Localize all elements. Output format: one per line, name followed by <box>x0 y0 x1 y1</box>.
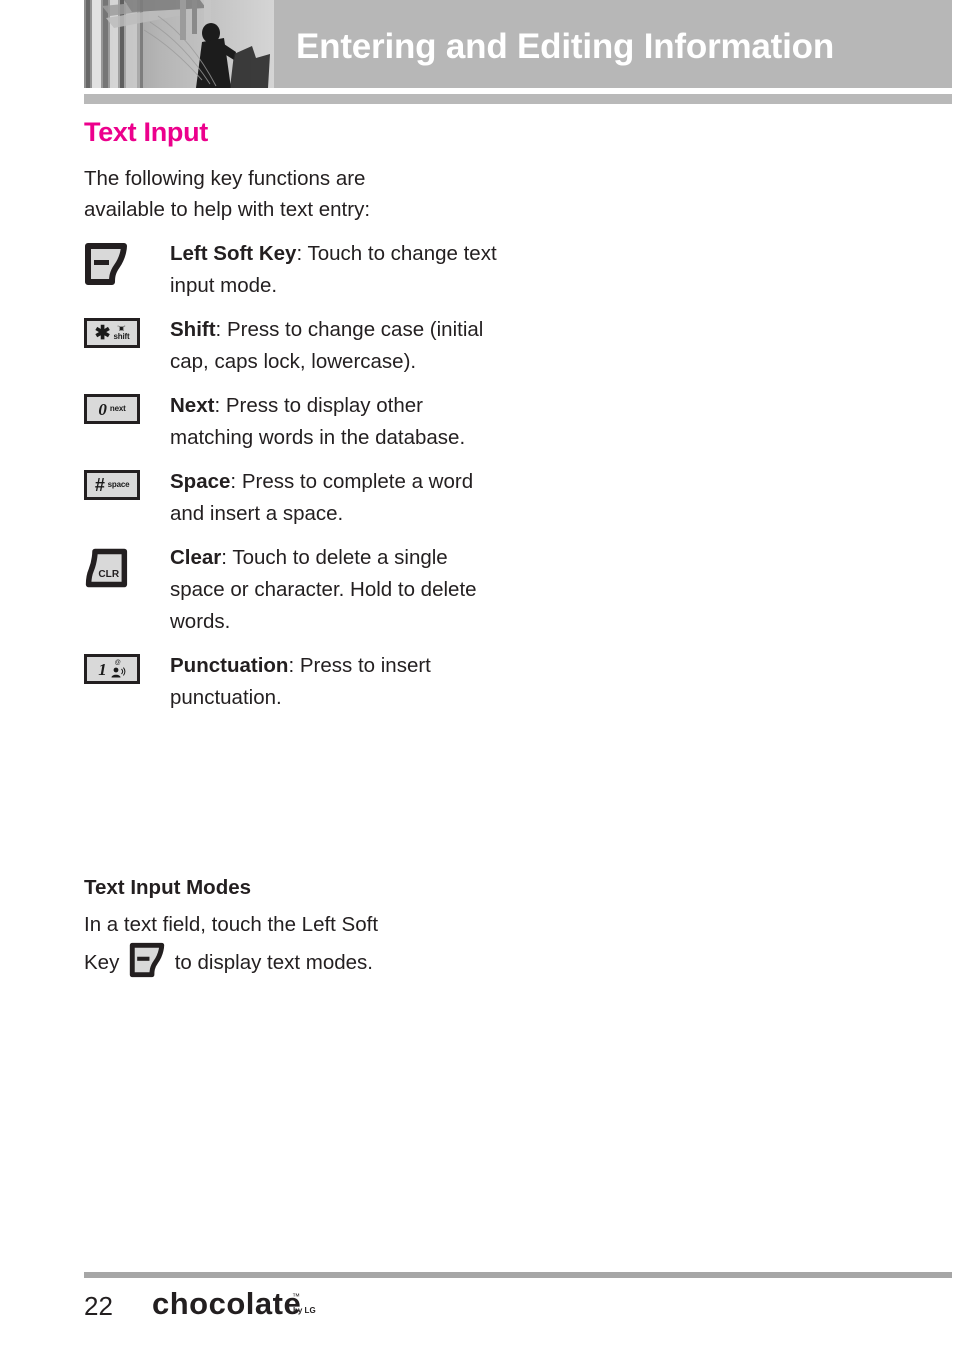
list-item: Left Soft Key: Touch to change text inpu… <box>84 238 504 302</box>
key-description: Clear: Touch to delete a single space or… <box>170 542 504 638</box>
key-icon-cell: # space <box>84 466 170 500</box>
left-soft-key-icon-inline <box>125 942 169 980</box>
page-header: Entering and Editing Information <box>84 0 952 88</box>
key-label: Space <box>170 470 231 493</box>
punctuation-key-icon: 1 @ <box>84 654 140 684</box>
key-label: Next <box>170 394 215 417</box>
page-title: Entering and Editing Information <box>296 27 835 66</box>
footer-divider <box>84 1272 952 1278</box>
left-soft-key-glyph-inline <box>129 942 165 978</box>
key-icon-cell: 0 next <box>84 390 170 424</box>
next-zero-glyph: 0 <box>98 399 107 419</box>
section-intro: The following key functions are availabl… <box>84 167 371 221</box>
list-item: CLR Clear: Touch to delete a single spac… <box>84 542 504 638</box>
modes-line-2-prefix: Key <box>84 951 120 974</box>
next-sublabel: next <box>109 404 126 413</box>
key-label: Clear <box>170 546 222 569</box>
clear-key-icon: CLR <box>84 546 128 595</box>
left-soft-key-glyph <box>85 243 127 285</box>
key-icon-cell: CLR <box>84 542 170 595</box>
header-divider <box>84 94 952 104</box>
shift-lock-icon: '▣' <box>117 325 126 332</box>
clear-key-glyph: CLR <box>85 548 128 588</box>
key-icon-cell <box>84 238 170 291</box>
key-description: Next: Press to display other matching wo… <box>170 390 504 454</box>
list-item: # space Space: Press to complete a word … <box>84 466 504 530</box>
shift-key-icon: ✱ '▣' shift <box>84 318 140 348</box>
key-label: Left Soft Key <box>170 242 297 265</box>
at-sign-icon: @ <box>114 660 121 666</box>
punctuation-one-glyph: 1 <box>98 659 107 679</box>
brand-wordmark: chocolate <box>152 1286 301 1321</box>
key-description: Punctuation: Press to insert punctuation… <box>170 650 504 714</box>
next-key-icon: 0 next <box>84 394 140 424</box>
subsection-body: In a text field, touch the Left Soft Key… <box>84 908 464 980</box>
punctuation-label-stack: @ <box>110 660 126 678</box>
key-label: Punctuation <box>170 654 289 677</box>
key-separator: : <box>296 242 308 265</box>
key-description: Shift: Press to change case (initial cap… <box>170 314 504 378</box>
section-title: Text Input <box>84 117 208 147</box>
key-function-list: Left Soft Key: Touch to change text inpu… <box>84 238 504 726</box>
left-soft-key-icon <box>84 242 128 291</box>
key-separator: : <box>215 318 227 341</box>
key-separator: : <box>214 394 226 417</box>
list-item: ✱ '▣' shift Shift: Press to change case … <box>84 314 504 378</box>
shift-asterisk-glyph: ✱ <box>94 322 111 344</box>
modes-line-2-suffix: to display text modes. <box>174 951 373 974</box>
list-item: 0 next Next: Press to display other matc… <box>84 390 504 454</box>
page-number: 22 <box>84 1291 113 1321</box>
key-icon-cell: ✱ '▣' shift <box>84 314 170 348</box>
shift-sublabel: shift <box>113 331 130 341</box>
space-sublabel: space <box>107 480 130 489</box>
brand-byline: by LG <box>293 1306 316 1315</box>
modes-line-1: In a text field, touch the Left Soft <box>84 913 379 936</box>
header-photo <box>84 0 274 88</box>
subsection-title: Text Input Modes <box>84 876 252 899</box>
space-hash-glyph: # <box>94 475 105 495</box>
trademark-symbol: ™ <box>292 1292 300 1301</box>
voicemail-icon <box>111 667 126 678</box>
clear-key-text: CLR <box>98 569 119 580</box>
key-description: Space: Press to complete a word and inse… <box>170 466 504 530</box>
space-key-icon: # space <box>84 470 140 500</box>
header-photo-graphic <box>84 0 274 88</box>
shift-label-stack: '▣' shift <box>114 326 130 341</box>
list-item: 1 @ Punctuation: Press to insert punctua… <box>84 650 504 714</box>
key-separator: : <box>288 654 300 677</box>
key-separator: : <box>221 546 233 569</box>
key-label: Shift <box>170 318 216 341</box>
key-separator: : <box>230 470 242 493</box>
chocolate-brand-logo: chocolate ™ by LG <box>152 1286 316 1321</box>
key-icon-cell: 1 @ <box>84 650 170 684</box>
key-description: Left Soft Key: Touch to change text inpu… <box>170 238 504 302</box>
